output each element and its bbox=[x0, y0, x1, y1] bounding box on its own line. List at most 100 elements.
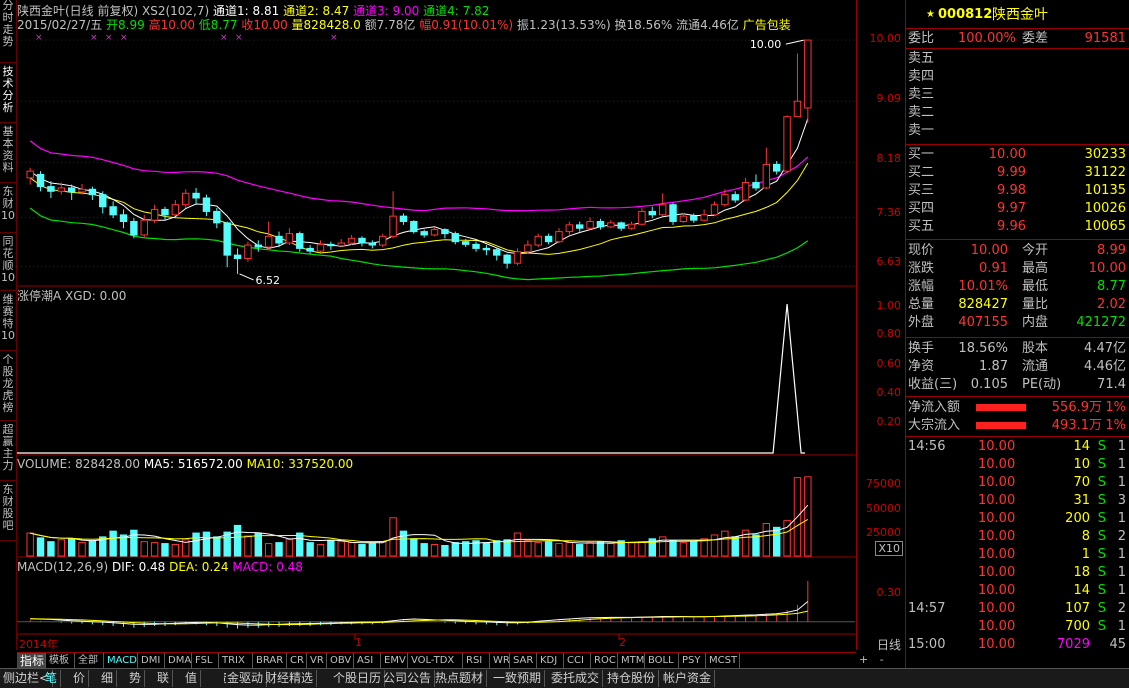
menu-item-9[interactable]: 一致预期 bbox=[490, 670, 546, 687]
x-label-year: 2014年 bbox=[19, 638, 58, 651]
candle-body bbox=[493, 249, 501, 256]
macd-dea: DEA: 0.24 bbox=[169, 560, 229, 574]
panel-tab-4[interactable]: 势 bbox=[126, 670, 146, 687]
quote-row: 总量 828427 量比 2.02 bbox=[906, 296, 1129, 314]
left-tab-8[interactable]: 东财股吧 bbox=[0, 484, 16, 541]
candle-body bbox=[192, 192, 200, 199]
left-tab-1[interactable]: 技术分析 bbox=[0, 66, 16, 123]
left-tab-3[interactable]: 东财10 bbox=[0, 186, 16, 233]
indicator-tab-15[interactable]: RSI bbox=[463, 653, 490, 669]
panel-tab-5[interactable]: 联 bbox=[154, 670, 174, 687]
quote-panel: ★ 000812 陕西金叶 委比 100.00% 委差 91581 卖五 卖四 卖三 卖二 卖一 买一 1… bbox=[905, 0, 1129, 668]
left-tab-0[interactable]: 分时走势 bbox=[0, 0, 16, 63]
tick-time: 15:00 bbox=[908, 637, 946, 652]
indicator-tab-8[interactable]: BRAR bbox=[253, 653, 287, 669]
tick-count: 1 bbox=[1117, 619, 1126, 634]
kline-chart-svg[interactable]: × × × × × × × 10.00 6.52 bbox=[16, 0, 855, 650]
indicator-tab-14[interactable]: VOL-TDX bbox=[408, 653, 463, 669]
tick-time: 14:57 bbox=[908, 601, 946, 616]
indicator-tab-18[interactable]: KDJ bbox=[537, 653, 564, 669]
indicator-tab-2[interactable]: 全部 bbox=[75, 653, 104, 669]
menu-item-11[interactable]: 持仓股份 bbox=[604, 670, 660, 687]
indicator-tab-23[interactable]: PSY bbox=[679, 653, 706, 669]
candle-body bbox=[762, 163, 771, 189]
x-marker: × bbox=[235, 33, 243, 43]
candle-body bbox=[420, 231, 428, 236]
volume-bar bbox=[721, 530, 729, 557]
indicator-tab-4[interactable]: DMI bbox=[138, 653, 165, 669]
candle-body bbox=[752, 182, 760, 189]
tick-count: 1 bbox=[1117, 547, 1126, 562]
star-icon: ★ bbox=[926, 9, 935, 20]
volume-bar bbox=[254, 532, 263, 557]
indicator-tab-11[interactable]: OBV bbox=[327, 653, 354, 669]
menu-item-7[interactable]: 公司公告 bbox=[380, 670, 436, 687]
tick-volume: 700 bbox=[1065, 619, 1090, 634]
indicator-tab-19[interactable]: CCI bbox=[564, 653, 591, 669]
indicator-tab-13[interactable]: EMV bbox=[381, 653, 408, 669]
indicator-tab-7[interactable]: TRIX bbox=[219, 653, 253, 669]
menu-item-12[interactable]: 帐户资金 bbox=[660, 670, 716, 687]
volume-bar bbox=[378, 541, 387, 557]
chart-area[interactable]: × × × × × × × 10.00 6.52 陕西金叶(日线 前复权) XS2(102,7)… bbox=[16, 0, 855, 651]
left-tab-6[interactable]: 个股龙虎榜 bbox=[0, 354, 16, 421]
indicator-tab-21[interactable]: MTM bbox=[618, 653, 645, 669]
left-tab-5[interactable]: 维赛特10 bbox=[0, 294, 16, 351]
menu-item-8[interactable]: 热点题材 bbox=[432, 670, 488, 687]
panel-tab-6[interactable]: 值 bbox=[182, 670, 202, 687]
price-tick: 7.36 bbox=[876, 206, 902, 219]
indicator-tab-20[interactable]: ROC bbox=[591, 653, 618, 669]
volume-bar bbox=[752, 534, 760, 557]
left-tab-2[interactable]: 基本资料 bbox=[0, 126, 16, 183]
indicator-tab-3[interactable]: MACD bbox=[104, 653, 138, 669]
volume-bar bbox=[627, 542, 636, 557]
candle-body bbox=[337, 242, 345, 247]
candle-body bbox=[741, 182, 750, 201]
indicator-tab-5[interactable]: DMA bbox=[165, 653, 192, 669]
quote-value: 407155 bbox=[958, 315, 1008, 330]
indicator-tab-6[interactable]: FSL bbox=[192, 653, 219, 669]
indicator-tab-22[interactable]: BOLL bbox=[645, 653, 679, 669]
candle-body bbox=[731, 194, 739, 201]
volume-bar bbox=[213, 536, 221, 557]
menu-item-10[interactable]: 委托成交 bbox=[548, 670, 604, 687]
sell-row: 卖四 bbox=[906, 68, 1129, 86]
tick-count: 3 bbox=[1117, 493, 1126, 508]
menu-item-5[interactable]: 财经精选 bbox=[262, 670, 318, 687]
left-tab-4[interactable]: 同花顺10 bbox=[0, 236, 16, 291]
period-label[interactable]: 日线 bbox=[877, 636, 901, 653]
candle-body bbox=[119, 214, 128, 223]
candle-body bbox=[586, 221, 594, 229]
indicator-tab-12[interactable]: ASI bbox=[354, 653, 381, 669]
indicator-tab-1[interactable]: 模板 bbox=[46, 653, 75, 669]
tick-count: 2 bbox=[1117, 529, 1126, 544]
volume-bar bbox=[264, 543, 273, 557]
indicator-tab-16[interactable]: WR bbox=[490, 653, 510, 669]
sector-tag[interactable]: 广告包装 bbox=[743, 18, 791, 32]
fin-value: 18.56% bbox=[958, 341, 1008, 356]
indicator-tab-0[interactable]: 指标 bbox=[17, 653, 46, 669]
panel-bottom-tabs: 侧边栏< 笔价细势联值 bbox=[0, 668, 224, 688]
volume-bar bbox=[420, 543, 428, 557]
indicator-tab-10[interactable]: VR bbox=[307, 653, 327, 669]
candle-body bbox=[472, 243, 480, 249]
bar-date: 2015/02/27/五 bbox=[17, 18, 103, 32]
menu-item-6[interactable]: 个股日历 bbox=[330, 670, 386, 687]
indicator-tab-9[interactable]: CR bbox=[287, 653, 307, 669]
buy-volume: 31122 bbox=[1084, 165, 1126, 180]
left-tab-7[interactable]: 超赢主力 bbox=[0, 424, 16, 481]
tick-volume: 70 bbox=[1073, 475, 1090, 490]
panel-tab-2[interactable]: 价 bbox=[70, 670, 90, 687]
indicator-tab-24[interactable]: MCST bbox=[706, 653, 740, 669]
candle-body bbox=[461, 241, 470, 245]
panel-tab-3[interactable]: 细 bbox=[98, 670, 118, 687]
panel-tab-1[interactable]: 笔 bbox=[42, 670, 62, 687]
tick-side: S bbox=[1097, 619, 1106, 634]
candle-body bbox=[783, 116, 791, 172]
volume-bar bbox=[78, 542, 86, 557]
candle-body bbox=[544, 235, 553, 243]
tick-volume: 8 bbox=[1081, 529, 1090, 544]
indicator-tab-17[interactable]: SAR bbox=[510, 653, 537, 669]
vol-tick: 75000 bbox=[866, 477, 901, 490]
volume-bar bbox=[482, 542, 491, 557]
